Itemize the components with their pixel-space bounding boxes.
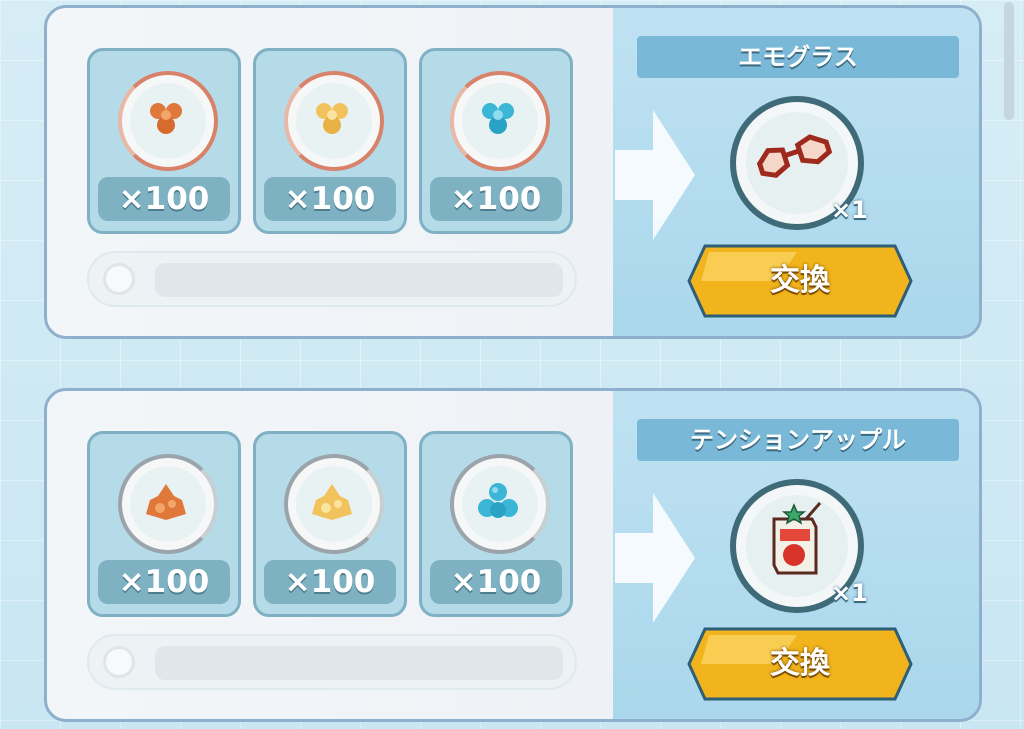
material-slot[interactable]: ×100 (253, 431, 407, 617)
reward-name: テンションアップル (637, 419, 959, 461)
arrow-right-icon (615, 110, 695, 240)
large-yellow-crystal-icon (312, 484, 352, 520)
large-orange-crystal-icon (146, 484, 186, 520)
scrollbar-thumb[interactable] (1004, 2, 1014, 120)
reward-quantity: ×1 (831, 196, 868, 224)
exchange-card-2: ×100 ×100 ×100 テンションアップル ×1 交換 (44, 388, 982, 722)
material-quantity: ×100 (264, 560, 396, 604)
apple-juice-box-icon (772, 502, 822, 575)
exchange-button[interactable]: 交換 (687, 244, 913, 318)
small-blue-crystal-icon (482, 103, 514, 134)
material-slot[interactable]: ×100 (87, 431, 241, 617)
exchange-button[interactable]: 交換 (687, 627, 913, 701)
large-blue-crystal-icon (478, 483, 518, 518)
progress-knob-icon (103, 263, 135, 295)
material-slot[interactable]: ×100 (253, 48, 407, 234)
progress-bar (87, 251, 577, 307)
progress-bar (87, 634, 577, 690)
progress-knob-icon (103, 646, 135, 678)
small-orange-crystal-icon (150, 103, 182, 134)
small-yellow-crystal-icon (316, 103, 348, 134)
arrow-right-icon (615, 493, 695, 623)
reward-quantity: ×1 (831, 579, 868, 607)
progress-track (155, 646, 563, 680)
material-slot[interactable]: ×100 (87, 48, 241, 234)
material-slot[interactable]: ×100 (419, 431, 573, 617)
material-quantity: ×100 (98, 560, 230, 604)
exchange-card-1: ×100 ×100 ×100 エモグラス ×1 交換 (44, 5, 982, 339)
exchange-button-label: 交換 (770, 264, 830, 297)
glasses-icon (756, 134, 833, 178)
material-quantity: ×100 (98, 177, 230, 221)
material-slot[interactable]: ×100 (419, 48, 573, 234)
material-quantity: ×100 (264, 177, 396, 221)
exchange-button-label: 交換 (770, 647, 830, 680)
progress-track (155, 263, 563, 297)
material-quantity: ×100 (430, 560, 562, 604)
reward-name: エモグラス (637, 36, 959, 78)
material-quantity: ×100 (430, 177, 562, 221)
